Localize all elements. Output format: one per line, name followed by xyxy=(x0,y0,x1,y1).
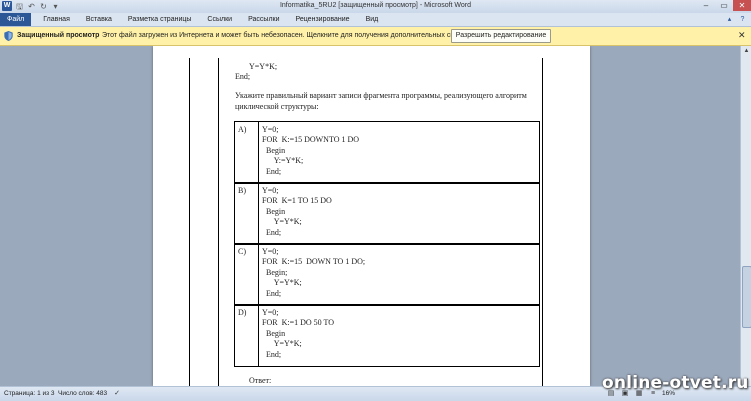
help-icon[interactable]: ? xyxy=(738,15,747,24)
tab-review[interactable]: Рецензирование xyxy=(288,13,358,26)
table-border-left xyxy=(189,58,190,386)
tab-insert[interactable]: Вставка xyxy=(78,13,120,26)
option-divider xyxy=(258,244,259,305)
option-code: Y=0; FOR K=1 TO 15 DO Begin Y=Y*K; End; xyxy=(262,186,332,237)
watermark-logo: online-otvet.ru xyxy=(602,373,749,393)
option-divider xyxy=(258,183,259,244)
tab-view[interactable]: Вид xyxy=(358,13,387,26)
close-button[interactable]: ✕ xyxy=(733,0,751,11)
protected-view-title: Защищенный просмотр xyxy=(17,32,100,39)
document-area[interactable]: Y=Y*K; End; Укажите правильный вариант з… xyxy=(0,46,740,386)
option-row-d: D) Y=0; FOR K:=1 DO 50 TO Begin Y=Y*K; E… xyxy=(234,304,540,367)
enable-editing-button[interactable]: Разрешить редактирование xyxy=(451,29,551,43)
maximize-button[interactable]: ▭ xyxy=(715,0,733,11)
option-divider xyxy=(258,305,259,366)
tab-references[interactable]: Ссылки xyxy=(199,13,240,26)
table-column-divider xyxy=(218,58,219,386)
scrollbar-thumb[interactable] xyxy=(742,266,751,328)
code-line: Y=Y*K; xyxy=(249,62,278,71)
minimize-button[interactable]: – xyxy=(697,0,715,11)
code-line: End; xyxy=(235,72,251,81)
status-page-count[interactable]: Страница: 1 из 3 xyxy=(4,390,55,397)
question-text: Укажите правильный вариант записи фрагме… xyxy=(235,91,527,111)
option-code: Y=0; FOR K:=15 DOWN TO 1 DO; Begin; Y=Y*… xyxy=(262,247,366,298)
table-border-right xyxy=(542,58,543,386)
option-letter: D) xyxy=(238,308,247,317)
tab-file[interactable]: Файл xyxy=(0,13,32,26)
option-letter: C) xyxy=(238,247,246,256)
answer-label: Ответ: xyxy=(249,376,272,385)
option-letter: B) xyxy=(238,186,246,195)
proofing-icon[interactable]: ✓ xyxy=(112,389,122,398)
shield-icon xyxy=(4,31,13,41)
option-row-a: A) Y=0; FOR K:=15 DOWNTO 1 DO Begin Y:=Y… xyxy=(234,121,540,184)
protected-view-bar: Защищенный просмотр Этот файл загружен и… xyxy=(0,27,751,46)
protected-view-message[interactable]: Этот файл загружен из Интернета и может … xyxy=(102,32,479,39)
option-code: Y=0; FOR K:=1 DO 50 TO Begin Y=Y*K; End; xyxy=(262,308,335,359)
ribbon-tabs: Файл Главная Вставка Разметка страницы С… xyxy=(0,13,751,27)
status-word-count[interactable]: Число слов: 483 xyxy=(58,390,107,397)
option-letter: A) xyxy=(238,125,247,134)
tab-page-layout[interactable]: Разметка страницы xyxy=(120,13,200,26)
option-code: Y=0; FOR K:=15 DOWNTO 1 DO Begin Y:=Y*K;… xyxy=(262,125,360,176)
scroll-up-icon[interactable]: ▲ xyxy=(741,46,751,56)
document-page[interactable]: Y=Y*K; End; Укажите правильный вариант з… xyxy=(153,46,590,386)
minimize-ribbon-icon[interactable]: ▴ xyxy=(725,15,734,24)
tab-home[interactable]: Главная xyxy=(35,13,78,26)
window-title: Informatika_5RU2 [защищенный просмотр] -… xyxy=(279,2,472,9)
option-row-c: C) Y=0; FOR K:=15 DOWN TO 1 DO; Begin; Y… xyxy=(234,243,540,306)
close-icon[interactable]: ✕ xyxy=(738,30,746,41)
tab-mailings[interactable]: Рассылки xyxy=(240,13,287,26)
option-divider xyxy=(258,122,259,183)
option-row-b: B) Y=0; FOR K=1 TO 15 DO Begin Y=Y*K; En… xyxy=(234,182,540,245)
title-bar: W 🖫 ↶ ↻ ▾ Informatika_5RU2 [защищенный п… xyxy=(0,0,751,13)
vertical-scrollbar[interactable]: ▲ ▼ xyxy=(740,46,751,386)
